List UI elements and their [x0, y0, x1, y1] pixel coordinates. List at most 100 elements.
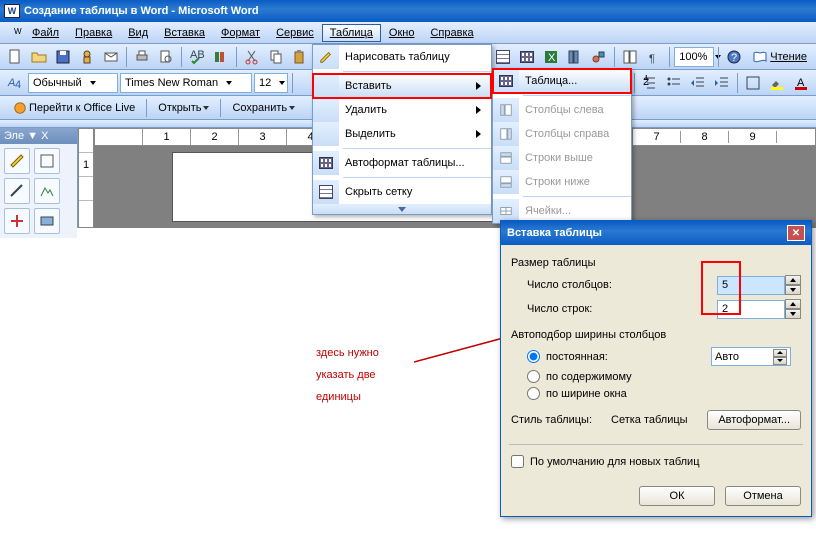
taskpane-btn-6[interactable]: [34, 208, 60, 234]
menu-service[interactable]: Сервис: [268, 24, 322, 42]
excel-button[interactable]: X: [540, 46, 562, 68]
highlight-button[interactable]: [766, 72, 788, 94]
menu-table[interactable]: Таблица: [322, 24, 381, 42]
show-marks-button[interactable]: ¶: [643, 46, 665, 68]
insert-table-button[interactable]: [516, 46, 538, 68]
rows-label: Число строк:: [527, 303, 667, 315]
increase-indent-button[interactable]: [711, 72, 733, 94]
menu-hide-grid[interactable]: Скрыть сетку: [313, 180, 491, 204]
table-menu-dropdown: Нарисовать таблицу Вставить Удалить Выде…: [312, 44, 492, 215]
email-button[interactable]: [100, 46, 122, 68]
insert-submenu: Таблица... Столбцы слева Столбцы справа …: [492, 68, 632, 224]
radio-window-label: по ширине окна: [546, 388, 801, 400]
spelling-button[interactable]: ABC: [186, 46, 208, 68]
title-bar: W Создание таблицы в Word - Microsoft Wo…: [0, 0, 816, 22]
permissions-button[interactable]: [76, 46, 98, 68]
taskpane-btn-5[interactable]: [4, 208, 30, 234]
decrease-indent-button[interactable]: [687, 72, 709, 94]
dialog-title: Вставка таблицы: [507, 227, 602, 239]
font-color-button[interactable]: A: [790, 72, 812, 94]
doc-map-button[interactable]: [619, 46, 641, 68]
radio-fixed-label: постоянная:: [546, 351, 705, 363]
annotation-text: здесь нужно указать две единицы: [316, 342, 379, 408]
office-live-save[interactable]: Сохранить: [225, 98, 302, 118]
submenu-rows-above: Строки выше: [493, 146, 631, 170]
font-combo[interactable]: Times New Roman: [120, 73, 252, 93]
size-combo[interactable]: 12: [254, 73, 288, 93]
open-button[interactable]: [28, 46, 50, 68]
preview-button[interactable]: [155, 46, 177, 68]
columns-button[interactable]: [564, 46, 586, 68]
window-title: Создание таблицы в Word - Microsoft Word: [24, 5, 259, 17]
menu-insert[interactable]: Вставить: [313, 74, 491, 98]
radio-window[interactable]: [527, 387, 540, 400]
read-mode-button[interactable]: Чтение: [747, 46, 812, 68]
zoom-combo[interactable]: 100%: [674, 47, 714, 67]
dialog-title-bar[interactable]: Вставка таблицы ✕: [501, 221, 811, 245]
menu-draw-table[interactable]: Нарисовать таблицу: [313, 45, 491, 69]
radio-content[interactable]: [527, 370, 540, 383]
menu-view[interactable]: Вид: [120, 24, 156, 42]
bullets-button[interactable]: [663, 72, 685, 94]
menu-bar: WФайл Правка Вид Вставка Формат Сервис Т…: [0, 22, 816, 44]
paste-button[interactable]: [289, 46, 311, 68]
print-button[interactable]: [131, 46, 153, 68]
taskpane-btn-3[interactable]: [4, 178, 30, 204]
cols-spin-down[interactable]: [785, 285, 801, 295]
menu-insert[interactable]: Вставка: [156, 24, 213, 42]
menu-delete[interactable]: Удалить: [313, 98, 491, 122]
style-label: Стиль таблицы:: [511, 414, 611, 426]
svg-text:?: ?: [731, 52, 737, 64]
rows-spin-up[interactable]: [785, 299, 801, 309]
menu-help[interactable]: Справка: [422, 24, 481, 42]
radio-fixed[interactable]: [527, 350, 540, 363]
cut-button[interactable]: [241, 46, 263, 68]
menu-select[interactable]: Выделить: [313, 122, 491, 146]
default-checkbox[interactable]: [511, 455, 524, 468]
fixed-width-select[interactable]: Авто: [711, 347, 791, 366]
drawing-button[interactable]: [588, 46, 610, 68]
taskpane-btn-1[interactable]: [4, 148, 30, 174]
submenu-arrow-icon: [476, 82, 481, 90]
word-icon: W: [4, 4, 20, 18]
ok-button[interactable]: ОК: [639, 486, 715, 506]
submenu-cols-left: Столбцы слева: [493, 98, 631, 122]
new-doc-button[interactable]: [4, 46, 26, 68]
research-button[interactable]: [210, 46, 232, 68]
autoformat-button[interactable]: Автоформат...: [707, 410, 801, 430]
numbering-button[interactable]: 12: [639, 72, 661, 94]
borders-button[interactable]: [742, 72, 764, 94]
autofit-group-label: Автоподбор ширины столбцов: [511, 329, 801, 341]
taskpane-btn-4[interactable]: [34, 178, 60, 204]
styles-pane-button[interactable]: A4: [4, 72, 26, 94]
style-combo[interactable]: Обычный: [28, 73, 118, 93]
table-icon: [499, 75, 513, 87]
pencil-icon: [319, 50, 333, 64]
office-live-goto[interactable]: Перейти к Office Live: [6, 98, 142, 118]
submenu-table[interactable]: Таблица...: [493, 69, 631, 93]
menu-window[interactable]: Окно: [381, 24, 423, 42]
menu-file[interactable]: WФайл: [6, 24, 67, 42]
menu-edit[interactable]: Правка: [67, 24, 120, 42]
svg-text:¶: ¶: [649, 53, 655, 65]
tables-borders-button[interactable]: [492, 46, 514, 68]
size-group-label: Размер таблицы: [511, 257, 801, 269]
cols-input[interactable]: [717, 276, 785, 295]
cancel-button[interactable]: Отмена: [725, 486, 801, 506]
taskpane-btn-2[interactable]: [34, 148, 60, 174]
office-live-open[interactable]: Открыть: [151, 98, 216, 118]
default-checkbox-label: По умолчанию для новых таблиц: [530, 456, 700, 468]
cols-spin-up[interactable]: [785, 275, 801, 285]
menu-autoformat[interactable]: Автоформат таблицы...: [313, 151, 491, 175]
save-button[interactable]: [52, 46, 74, 68]
menu-format[interactable]: Формат: [213, 24, 268, 42]
rows-above-icon: [499, 151, 513, 165]
copy-button[interactable]: [265, 46, 287, 68]
dialog-close-button[interactable]: ✕: [787, 225, 805, 241]
rows-input[interactable]: [717, 300, 785, 319]
task-pane-title: Эле ▼ X: [0, 128, 77, 144]
rows-spin-down[interactable]: [785, 309, 801, 319]
help-button[interactable]: ?: [723, 46, 745, 68]
menu-expand-chevron[interactable]: [313, 204, 491, 214]
svg-text:X: X: [548, 52, 556, 64]
